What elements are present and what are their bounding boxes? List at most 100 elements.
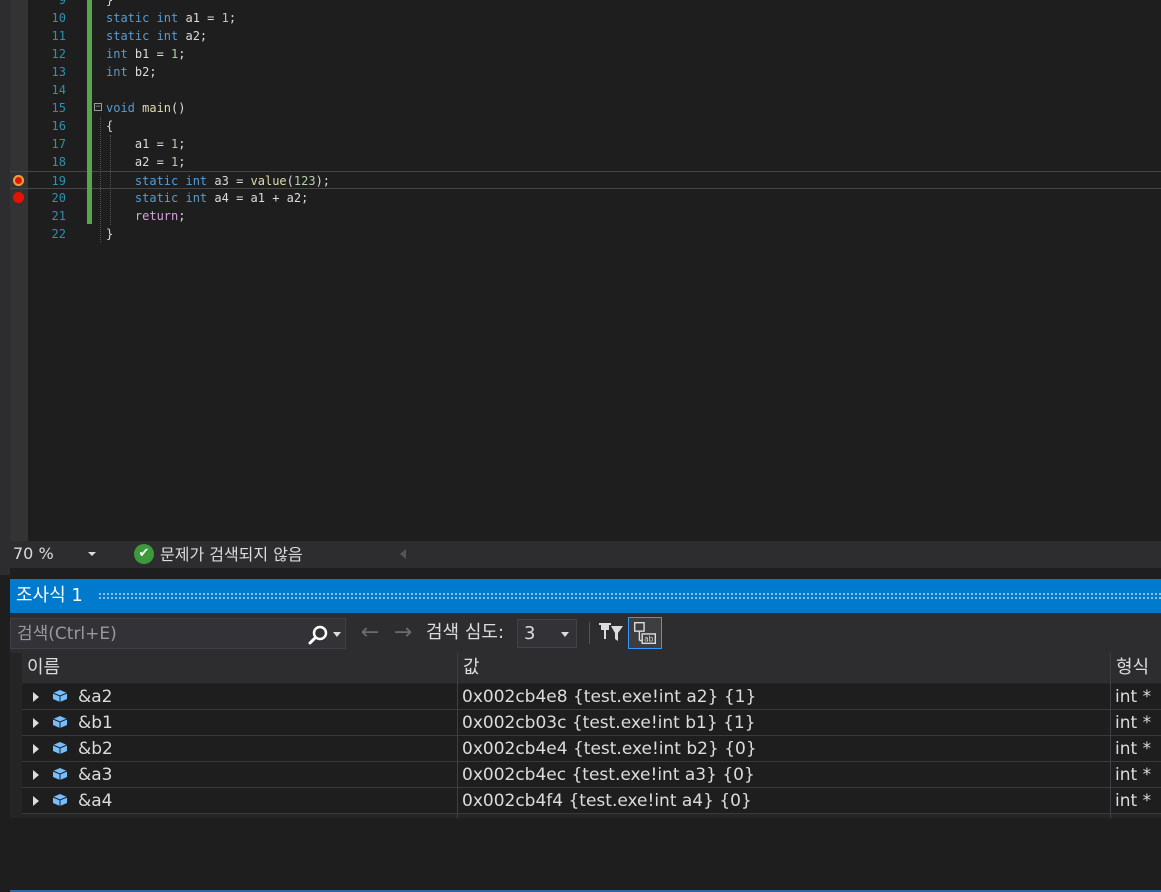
code-line[interactable]: 10 static int a1 = 1; [0, 9, 1161, 27]
column-divider[interactable] [457, 653, 458, 818]
watch-title: 조사식 1 [16, 585, 83, 606]
search-icon[interactable] [307, 624, 329, 646]
watch-name[interactable]: &a4 [78, 789, 113, 813]
watch-row[interactable]: &a4 0x002cb4f4 {test.exe!int a4} {0} int * [22, 788, 1161, 814]
zoom-value: 70 % [13, 544, 54, 563]
variable-cube-icon [52, 768, 68, 780]
code-text[interactable]: static int a3 = value(123); [106, 172, 330, 190]
search-depth-label: 검색 심도: [426, 622, 505, 643]
search-field[interactable] [10, 618, 346, 649]
code-text[interactable]: { [106, 117, 113, 135]
watch-name[interactable]: &a2 [78, 685, 113, 709]
line-number: 17 [51, 137, 66, 151]
code-line[interactable]: 9} [0, 0, 1161, 9]
watch-value[interactable]: 0x002cb4e8 {test.exe!int a2} {1} [462, 685, 756, 709]
code-token: int [185, 174, 215, 188]
watch-title-bar[interactable]: 조사식 1 [10, 579, 1161, 613]
expand-arrow-icon[interactable] [33, 718, 39, 728]
watch-value[interactable]: 0x002cb4e4 {test.exe!int b2} {0} [462, 737, 757, 761]
check-circle-icon[interactable]: ✔ [134, 544, 154, 564]
scroll-left-arrow-icon[interactable] [400, 549, 406, 559]
code-line[interactable]: 17 a1 = 1; [0, 135, 1161, 153]
code-token: int [106, 65, 135, 79]
breakpoint-icon[interactable] [13, 192, 24, 203]
code-line[interactable]: 21 return; [0, 207, 1161, 225]
code-line[interactable]: 12 int b1 = 1; [0, 45, 1161, 63]
watch-name[interactable]: &b2 [78, 737, 113, 761]
issues-status-text[interactable]: 문제가 검색되지 않음 [160, 541, 303, 568]
forward-arrow-icon[interactable]: → [391, 621, 415, 645]
watch-type: int * [1115, 713, 1152, 733]
watch-name[interactable]: &a3 [78, 763, 113, 787]
svg-text:ab: ab [644, 634, 654, 643]
change-indicator-bar [87, 0, 92, 224]
expand-arrow-icon[interactable] [33, 770, 39, 780]
column-divider[interactable] [1110, 653, 1111, 818]
code-line[interactable]: 13 int b2; [0, 63, 1161, 81]
code-line[interactable]: 19 static int a3 = value(123); [0, 171, 1161, 189]
code-line[interactable]: 15 − void main() [0, 99, 1161, 117]
code-token: return [106, 209, 179, 223]
search-input[interactable] [17, 622, 297, 645]
code-text[interactable]: void main() [106, 99, 185, 117]
code-editor[interactable]: 9} 10 static int a1 = 1; 11 static int a2; 12… [0, 0, 1161, 541]
code-text[interactable]: } [106, 225, 113, 243]
code-line[interactable]: 18 a2 = 1; [0, 153, 1161, 171]
watch-value[interactable]: 0x002cb4f4 {test.exe!int a4} {0} [462, 789, 752, 813]
code-token: int [156, 11, 186, 25]
current-statement-breakpoint-icon[interactable] [13, 175, 24, 186]
chevron-down-icon[interactable] [333, 632, 341, 637]
column-header-type[interactable]: 형식 [1116, 656, 1149, 680]
watch-type: int * [1115, 765, 1152, 785]
line-number: 10 [51, 11, 66, 25]
expand-arrow-icon[interactable] [33, 744, 39, 754]
code-line[interactable]: 11 static int a2; [0, 27, 1161, 45]
code-token: { [106, 119, 114, 133]
code-line[interactable]: 16 { [0, 117, 1161, 135]
pin-filter-icon[interactable] [598, 620, 624, 646]
column-header-name[interactable]: 이름 [27, 656, 60, 680]
code-token: 1 [221, 11, 229, 25]
code-text[interactable]: static int a2; [106, 27, 207, 45]
code-token: int [185, 191, 215, 205]
watch-value[interactable]: 0x002cb4ec {test.exe!int a3} {0} [462, 763, 755, 787]
code-token: ; [228, 11, 237, 25]
code-token: ; [178, 47, 186, 61]
watch-row[interactable]: &a2 0x002cb4e8 {test.exe!int a2} {1} int * [22, 684, 1161, 710]
indent-guide [100, 117, 101, 242]
code-token: ; [178, 137, 186, 151]
variable-cube-icon [52, 690, 68, 702]
code-line[interactable]: 14 [0, 81, 1161, 99]
code-text[interactable]: int b1 = 1; [106, 45, 186, 63]
code-text[interactable]: static int a4 = a1 + a2; [106, 189, 308, 207]
code-text[interactable]: a1 = 1; [106, 135, 186, 153]
watch-value[interactable]: 0x002cb03c {test.exe!int b1} {1} [462, 711, 756, 735]
hex-display-icon[interactable]: ab [628, 617, 662, 649]
collapse-toggle-icon[interactable]: − [94, 103, 102, 112]
expand-arrow-icon[interactable] [33, 796, 39, 806]
code-line[interactable]: 20 static int a4 = a1 + a2; [0, 189, 1161, 207]
code-token: ( [286, 174, 294, 188]
code-text[interactable]: int b2; [106, 63, 157, 81]
search-depth-dropdown[interactable]: 3 [517, 619, 577, 648]
watch-window: 조사식 1 ← → 검색 심도: 3 [10, 579, 1161, 892]
code-token: b2; [134, 65, 157, 79]
column-header-value[interactable]: 값 [463, 656, 480, 680]
zoom-dropdown[interactable]: 70 % [10, 543, 101, 565]
watch-name[interactable]: &b1 [78, 711, 113, 735]
code-token: ; [178, 155, 186, 169]
code-token: int [106, 47, 135, 61]
watch-row[interactable]: &a3 0x002cb4ec {test.exe!int a3} {0} int * [22, 762, 1161, 788]
chevron-down-icon [88, 552, 96, 556]
watch-row[interactable]: &b2 0x002cb4e4 {test.exe!int b2} {0} int * [22, 736, 1161, 762]
code-token: } [106, 227, 114, 241]
watch-row[interactable]: &b1 0x002cb03c {test.exe!int b1} {1} int * [22, 710, 1161, 736]
back-arrow-icon[interactable]: ← [358, 621, 382, 645]
code-text[interactable]: } [106, 0, 113, 9]
code-text[interactable]: static int a1 = 1; [106, 9, 236, 27]
code-line[interactable]: 22} [0, 225, 1161, 243]
code-text[interactable]: return; [106, 207, 186, 225]
watch-type: int * [1115, 687, 1152, 707]
expand-arrow-icon[interactable] [33, 692, 39, 702]
code-text[interactable]: a2 = 1; [106, 153, 186, 171]
